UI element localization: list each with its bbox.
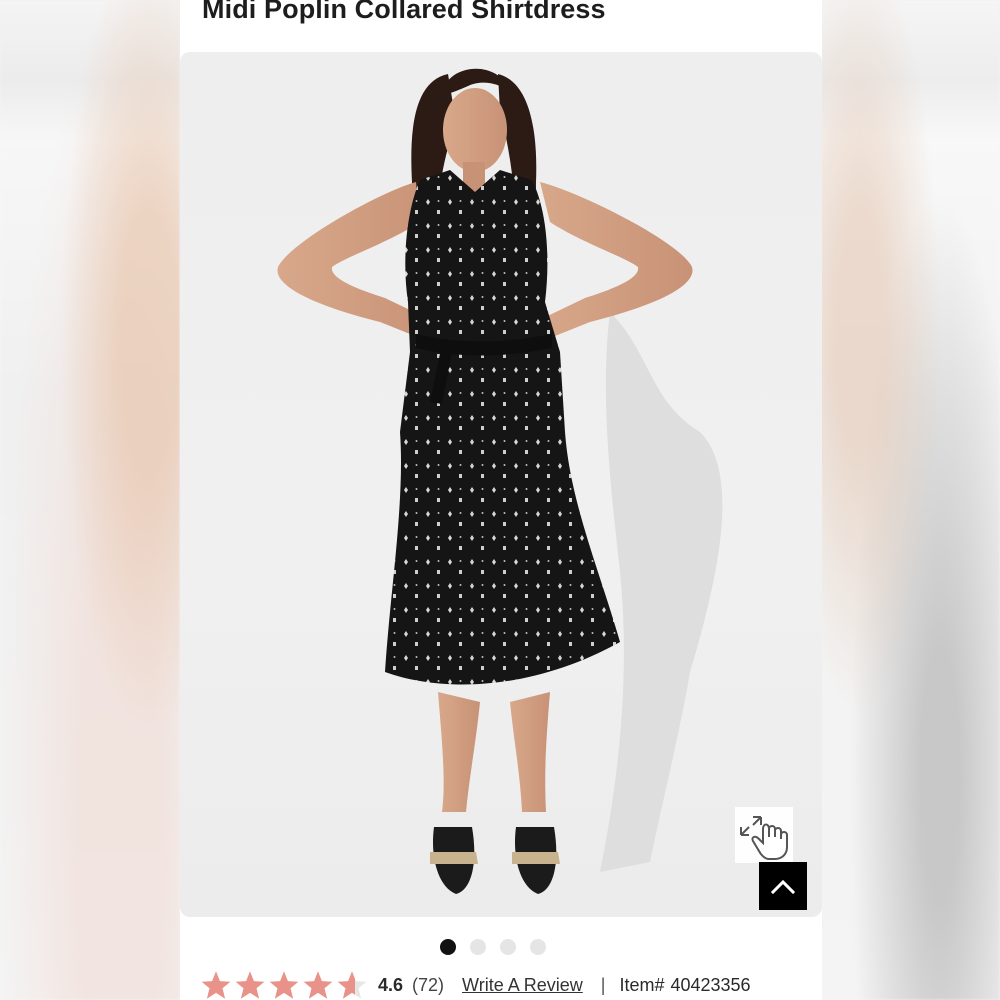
carousel-dot-4[interactable] — [530, 939, 546, 955]
blurred-backdrop-right — [820, 0, 1000, 1000]
carousel-dots — [440, 939, 546, 955]
product-photo — [277, 68, 723, 894]
write-review-link[interactable]: Write A Review — [462, 975, 583, 996]
item-label: Item# — [619, 974, 665, 995]
star-icon — [268, 970, 300, 1000]
rating-row: 4.6 (72) Write A Review | Item# 40423356 — [200, 966, 751, 1000]
chevron-up-icon — [771, 879, 795, 894]
star-icon — [200, 970, 232, 1000]
review-count[interactable]: (72) — [412, 975, 444, 996]
separator: | — [600, 974, 606, 995]
tap-zoom-icon[interactable] — [735, 807, 793, 863]
rating-value: 4.6 — [378, 974, 404, 995]
rating-stars[interactable] — [200, 970, 368, 1000]
scroll-to-top-button[interactable] — [759, 862, 807, 910]
carousel-dot-3[interactable] — [500, 939, 516, 955]
star-icon — [302, 970, 334, 1000]
star-half-icon — [336, 970, 368, 1000]
product-panel: Midi Poplin Collared Shirtdress 4.6 (72)… — [180, 0, 822, 1000]
carousel-dot-1[interactable] — [440, 939, 456, 955]
product-image[interactable] — [180, 52, 822, 917]
carousel-dot-2[interactable] — [470, 939, 486, 955]
item-number: 40423356 — [670, 974, 751, 995]
star-icon — [234, 970, 266, 1000]
blurred-backdrop-left — [0, 0, 180, 1000]
product-title: Midi Poplin Collared Shirtdress — [202, 0, 606, 24]
